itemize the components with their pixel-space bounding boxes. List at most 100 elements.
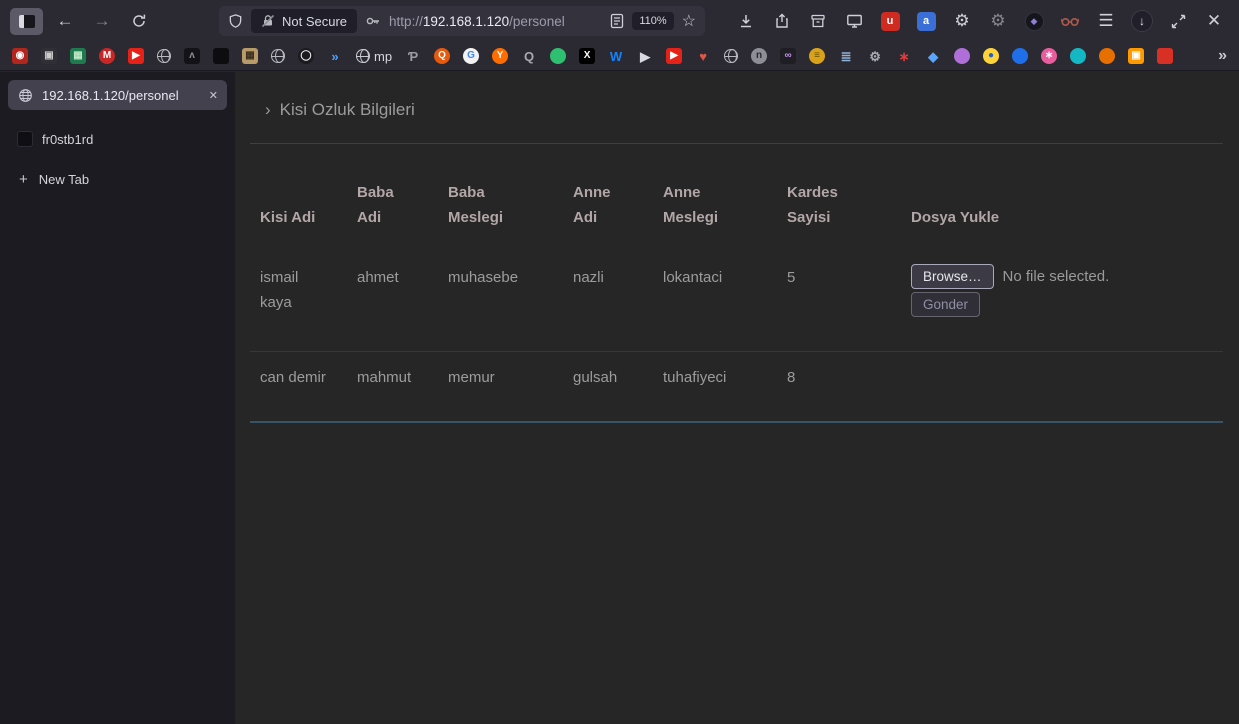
browser-toolbar: ← → Not Secure http://192.168.1.120/pers…: [0, 0, 1239, 42]
bookmark-star-icon[interactable]: ☆: [682, 11, 696, 31]
bookmark-favicon-23[interactable]: ▶: [666, 48, 682, 64]
translate-extension-button[interactable]: a: [911, 6, 941, 36]
share-button[interactable]: [767, 6, 797, 36]
bookmark-favicon-icon: [213, 48, 229, 64]
bookmark-favicon-12[interactable]: »: [327, 48, 343, 64]
bookmark-favicon-icon: »: [327, 48, 343, 64]
settings-gear-button[interactable]: ⚙: [947, 6, 977, 36]
bookmark-favicon-24[interactable]: ♥: [695, 48, 711, 64]
bookmark-favicon-26[interactable]: n: [751, 48, 767, 64]
fullscreen-icon: [1171, 14, 1186, 29]
bookmark-favicon-icon: [271, 49, 285, 63]
sidebar-toggle-button[interactable]: [10, 8, 43, 35]
bookmark-favicon-17[interactable]: Y: [492, 48, 508, 64]
bookmark-favicon-icon: [356, 49, 370, 63]
url-path: /personel: [509, 14, 565, 29]
tracking-protection-shield-icon[interactable]: [228, 13, 243, 29]
window-close-button[interactable]: ✕: [1199, 6, 1229, 36]
col-header-anne-meslegi: Anne Meslegi: [653, 144, 777, 252]
bookmark-favicon-3[interactable]: ▦: [70, 48, 86, 64]
col-header-kardes-sayisi: Kardes Sayisi: [777, 144, 901, 252]
bookmark-favicon-5[interactable]: ▶: [128, 48, 144, 64]
url-scheme: http://: [389, 14, 423, 29]
bookmark-favicon-37[interactable]: [1070, 48, 1086, 64]
tab-personel[interactable]: 192.168.1.120/personel ✕: [8, 80, 227, 110]
glasses-extension-button[interactable]: [1055, 6, 1085, 36]
zoom-level-badge[interactable]: 110%: [632, 12, 673, 30]
bookmark-favicon-20[interactable]: X: [579, 48, 595, 64]
bookmark-favicon-icon: [1157, 48, 1173, 64]
ublock-extension-button[interactable]: u: [875, 6, 905, 36]
gonder-submit-button[interactable]: Gonder: [911, 292, 980, 317]
tab-fr0stb1rd[interactable]: fr0stb1rd: [8, 124, 227, 154]
bookmark-favicon-35[interactable]: [1012, 48, 1028, 64]
extension-gear-button[interactable]: ⚙: [983, 6, 1013, 36]
security-status-chip[interactable]: Not Secure: [251, 9, 357, 33]
bookmarks-overflow-chevron[interactable]: »: [1218, 47, 1227, 65]
bookmark-favicon-29[interactable]: ≣: [838, 48, 854, 64]
downloads-button[interactable]: [731, 6, 761, 36]
fullscreen-button[interactable]: [1163, 6, 1193, 36]
forward-button[interactable]: →: [87, 6, 117, 36]
bookmark-favicon-6[interactable]: [157, 49, 171, 63]
bookmark-favicon-32[interactable]: ◆: [925, 48, 941, 64]
bookmark-favicon-27[interactable]: ∞: [780, 48, 796, 64]
menu-button[interactable]: ☰: [1091, 6, 1121, 36]
bookmark-favicon-16[interactable]: G: [463, 48, 479, 64]
bookmark-favicon-icon: ∞: [780, 48, 796, 64]
bookmark-favicon-9[interactable]: ▦: [242, 48, 258, 64]
bookmark-favicon-11[interactable]: ◯: [298, 48, 314, 64]
bookmark-favicon-38[interactable]: [1099, 48, 1115, 64]
bookmark-favicon-1[interactable]: ◉: [12, 48, 28, 64]
bookmark-favicon-15[interactable]: Q: [434, 48, 450, 64]
bookmark-favicon-28[interactable]: ≡: [809, 48, 825, 64]
bookmark-favicon-30[interactable]: ⚙: [867, 48, 883, 64]
bookmark-favicon-19[interactable]: [550, 48, 566, 64]
bookmark-favicon-icon: [1099, 48, 1115, 64]
dark-circle-extension-button[interactable]: ◆: [1019, 6, 1049, 36]
bookmark-favicon-10[interactable]: [271, 49, 285, 63]
bookmark-favicon-18[interactable]: Q: [521, 48, 537, 64]
display-button[interactable]: [839, 6, 869, 36]
bookmark-favicon-2[interactable]: ▣: [41, 48, 57, 64]
bookmark-favicon-14[interactable]: Ƥ: [405, 48, 421, 64]
bookmark-favicon-4[interactable]: M: [99, 48, 115, 64]
tab-close-icon[interactable]: ✕: [209, 89, 218, 102]
bookmark-favicon-22[interactable]: ▶: [637, 48, 653, 64]
back-button[interactable]: ←: [50, 6, 80, 36]
archive-box-button[interactable]: [803, 6, 833, 36]
bookmark-favicon-39[interactable]: ▣: [1128, 48, 1144, 64]
cell-anne-meslegi: tuhafiyeci: [653, 352, 777, 422]
bookmark-favicon-33[interactable]: [954, 48, 970, 64]
bookmark-favicon-icon: ⚙: [867, 48, 883, 64]
sidebar-icon: [19, 15, 35, 28]
bookmark-favicon-36[interactable]: ∗: [1041, 48, 1057, 64]
profile-downloads-button[interactable]: ↓: [1127, 6, 1157, 36]
col-header-dosya-yukle: Dosya Yukle: [901, 144, 1223, 252]
tab-favicon: [17, 131, 33, 147]
bookmark-favicon-40[interactable]: [1157, 48, 1173, 64]
cell-anne-meslegi: lokantaci: [653, 252, 777, 352]
bookmark-favicon-34[interactable]: ●: [983, 48, 999, 64]
bookmark-favicon-icon: W: [608, 48, 624, 64]
reload-button[interactable]: [124, 6, 154, 36]
bookmark-favicon-21[interactable]: W: [608, 48, 624, 64]
security-status-label: Not Secure: [282, 14, 347, 29]
bookmark-favicon-8[interactable]: [213, 48, 229, 64]
url-bar[interactable]: Not Secure http://192.168.1.120/personel…: [219, 6, 705, 36]
bookmark-favicon-icon: n: [751, 48, 767, 64]
new-tab-button[interactable]: + New Tab: [8, 166, 227, 192]
gem-extension-icon: ◆: [1025, 12, 1044, 31]
reader-mode-icon[interactable]: [610, 13, 624, 29]
bookmark-favicon-7[interactable]: ʌ: [184, 48, 200, 64]
bookmark-favicon-25[interactable]: [724, 49, 738, 63]
bookmark-favicon-icon: Q: [434, 48, 450, 64]
hamburger-menu-icon: ☰: [1098, 11, 1113, 31]
url-text[interactable]: http://192.168.1.120/personel: [389, 14, 602, 29]
browse-button[interactable]: Browse…: [911, 264, 994, 289]
bookmark-favicon-13[interactable]: mp: [356, 49, 392, 64]
bookmark-favicon-31[interactable]: ∗: [896, 48, 912, 64]
saved-password-key-icon[interactable]: [365, 13, 381, 29]
bookmark-favicon-icon: X: [579, 48, 595, 64]
page-heading: ›Kisi Ozluk Bilgileri: [265, 100, 1223, 120]
